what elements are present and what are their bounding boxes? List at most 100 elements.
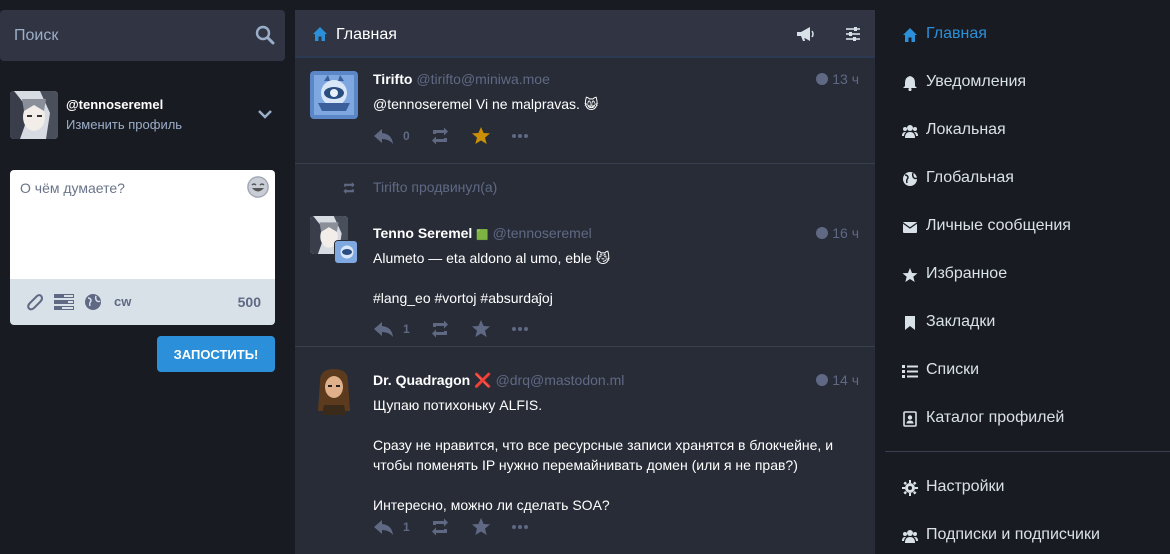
globe-icon — [816, 73, 829, 85]
bell-icon — [903, 76, 917, 91]
status-acct[interactable]: @tirifto@miniwa.moe — [416, 71, 549, 87]
envelope-icon — [902, 222, 918, 233]
nav-label: Уведомления — [926, 73, 1027, 90]
reply-icon[interactable] — [373, 319, 395, 339]
sliders-icon[interactable] — [843, 24, 863, 44]
compose-form: cw 500 — [10, 170, 275, 325]
paperclip-icon[interactable] — [26, 293, 44, 311]
status-actions: 1 — [373, 517, 573, 537]
nav-label: Главная — [926, 25, 987, 42]
nav-item-local[interactable]: Локальная — [885, 106, 1170, 154]
users-icon — [902, 530, 918, 543]
status-content: Щупаю потихоньку ALFIS. Сразу не нравится… — [373, 397, 834, 513]
star-icon-favourited[interactable] — [471, 126, 491, 146]
nav-item-direct[interactable]: Личные сообщения — [885, 202, 1170, 250]
nav-label: Личные сообщения — [926, 217, 1071, 234]
reply-count: 1 — [403, 322, 410, 336]
users-icon — [902, 125, 918, 138]
emoji-picker-icon[interactable] — [247, 176, 269, 198]
status-author[interactable]: Tirifto @tirifto@miniwa.moe — [373, 71, 550, 87]
globe-icon — [816, 374, 829, 386]
account-handle[interactable]: @tennoseremel — [66, 97, 163, 112]
status-item[interactable]: Dr. Quadragon ❌ @drq@mastodon.ml 14 ч Щуп… — [295, 347, 875, 554]
status-item[interactable]: Tirifto @tirifto@miniwa.moe 13 ч @tennose… — [295, 60, 875, 164]
boosted-by-label[interactable]: Tirifto продвинул(а) — [373, 179, 497, 195]
home-icon — [313, 27, 327, 41]
star-icon[interactable] — [471, 517, 491, 537]
bookmark-icon — [905, 316, 915, 330]
globe-icon[interactable] — [84, 293, 102, 311]
column-title[interactable]: Главная — [336, 26, 397, 44]
globe-icon — [816, 227, 829, 239]
search-box — [0, 10, 285, 61]
account-header: @tennoseremel Изменить профиль — [10, 91, 275, 139]
flag-emoji: 🟩 — [476, 230, 489, 241]
nav-label: Избранное — [926, 265, 1008, 282]
badge-emoji: ❌ — [474, 372, 492, 388]
compose-textarea[interactable] — [10, 170, 275, 279]
status-time[interactable]: 13 ч — [816, 71, 859, 87]
status-author[interactable]: Tenno Seremel 🟩 @tennoseremel — [373, 225, 592, 241]
chevron-down-icon[interactable] — [257, 106, 273, 122]
gear-icon — [902, 480, 918, 496]
character-counter: 500 — [237, 294, 261, 310]
nav-item-federated[interactable]: Глобальная — [885, 154, 1170, 202]
status-content: @tennoseremel Vi ne malpravas. 😸 — [373, 96, 599, 112]
avatar[interactable] — [310, 367, 358, 415]
search-input[interactable] — [0, 10, 285, 61]
more-icon[interactable] — [511, 126, 529, 146]
edit-profile-link[interactable]: Изменить профиль — [66, 117, 182, 132]
reply-icon[interactable] — [373, 517, 395, 537]
status-time[interactable]: 14 ч — [816, 372, 859, 388]
nav-label: Подписки и подписчики — [926, 526, 1100, 543]
more-icon[interactable] — [511, 517, 529, 537]
publish-button[interactable]: ЗАПОСТИТЬ! — [157, 336, 275, 372]
nav-item-notifications[interactable]: Уведомления — [885, 58, 1170, 106]
boost-icon[interactable] — [429, 319, 451, 339]
nav-label: Настройки — [926, 478, 1005, 495]
nav-label: Каталог профилей — [926, 409, 1065, 426]
booster-avatar[interactable] — [334, 240, 358, 264]
status-actions: 0 — [373, 126, 573, 146]
address-book-icon — [903, 411, 917, 427]
more-icon[interactable] — [511, 319, 529, 339]
boost-icon[interactable] — [429, 517, 451, 537]
nav-item-lists[interactable]: Списки — [885, 346, 1170, 394]
column-header: Главная — [295, 10, 875, 58]
boost-icon[interactable] — [429, 126, 451, 146]
nav-item-favourites[interactable]: Избранное — [885, 250, 1170, 298]
status-item[interactable]: Tirifto продвинул(а) Tenno Seremel 🟩 @ten… — [295, 164, 875, 347]
status-acct[interactable]: @tennoseremel — [493, 225, 592, 241]
star-icon — [902, 268, 918, 282]
nav-label: Списки — [926, 361, 980, 378]
boost-icon — [343, 182, 355, 194]
nav-item-home[interactable]: Главная — [885, 10, 1170, 58]
nav-item-follows-and-followers[interactable]: Подписки и подписчики — [885, 511, 1170, 554]
nav-divider — [885, 451, 1170, 452]
nav-label: Глобальная — [926, 169, 1014, 186]
content-warning-toggle[interactable]: cw — [114, 294, 131, 309]
status-actions: 1 — [373, 319, 573, 339]
status-acct[interactable]: @drq@mastodon.ml — [496, 372, 625, 388]
poll-icon[interactable] — [54, 293, 74, 311]
nav-label: Локальная — [926, 121, 1006, 138]
nav-item-directory[interactable]: Каталог профилей — [885, 394, 1170, 442]
search-icon[interactable] — [255, 25, 275, 45]
home-timeline-column: Главная Tirifto @tirifto@miniwa.moe 13 ч … — [295, 10, 875, 554]
list-icon — [902, 365, 918, 378]
nav-item-settings[interactable]: Настройки — [885, 463, 1170, 511]
compose-toolbar: cw 500 — [10, 279, 275, 325]
megaphone-icon[interactable] — [795, 24, 815, 44]
reply-count: 0 — [403, 129, 410, 143]
nav-item-bookmarks[interactable]: Закладки — [885, 298, 1170, 346]
status-content: Alumeto — eta aldono al umo, eble 😼 #lang… — [373, 250, 611, 306]
avatar[interactable] — [310, 71, 358, 119]
globe-icon — [903, 172, 918, 186]
reply-icon[interactable] — [373, 126, 395, 146]
star-icon[interactable] — [471, 319, 491, 339]
home-icon — [903, 28, 917, 42]
nav-label: Закладки — [926, 313, 996, 330]
status-time[interactable]: 16 ч — [816, 225, 859, 241]
status-author[interactable]: Dr. Quadragon ❌ @drq@mastodon.ml — [373, 372, 624, 389]
avatar[interactable] — [10, 91, 58, 139]
